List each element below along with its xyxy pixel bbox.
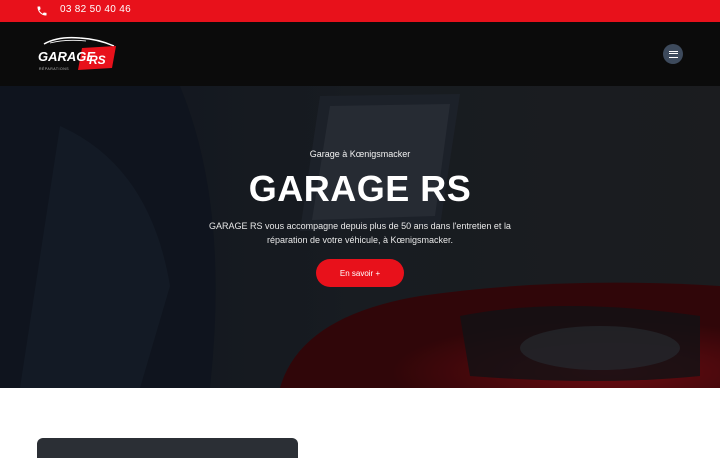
site-header: GARAGE RS RÉPARATIONS bbox=[0, 22, 720, 86]
hero-content: Garage à Kœnigsmacker GARAGE RS GARAGE R… bbox=[0, 86, 720, 388]
hero-section: Garage à Kœnigsmacker GARAGE RS GARAGE R… bbox=[0, 86, 720, 388]
hero-title: GARAGE RS bbox=[248, 168, 472, 209]
hamburger-menu-button[interactable] bbox=[663, 44, 683, 64]
learn-more-button[interactable]: En savoir + bbox=[316, 259, 404, 287]
phone-icon bbox=[37, 6, 47, 16]
hero-description: GARAGE RS vous accompagne depuis plus de… bbox=[209, 221, 511, 245]
top-contact-bar: 03 82 50 40 46 bbox=[0, 0, 720, 22]
phone-number-link[interactable]: 03 82 50 40 46 bbox=[60, 4, 131, 15]
svg-text:RÉPARATIONS: RÉPARATIONS bbox=[39, 66, 69, 71]
hero-kicker: Garage à Kœnigsmacker bbox=[309, 149, 411, 159]
svg-text:GARAGE: GARAGE bbox=[38, 49, 95, 64]
svg-text:RS: RS bbox=[89, 53, 106, 67]
hamburger-menu-icon bbox=[668, 50, 678, 58]
content-image-card bbox=[37, 438, 298, 458]
garage-rs-logo[interactable]: GARAGE RS RÉPARATIONS bbox=[36, 34, 118, 74]
